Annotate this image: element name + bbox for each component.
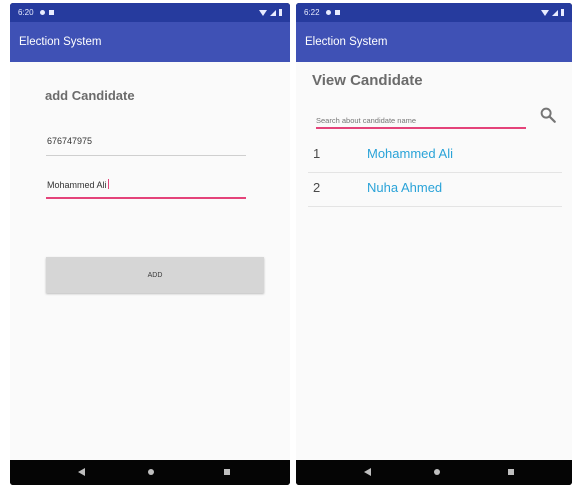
add-candidate-phone: 6:20 Election System add Candidate 67674… <box>10 3 290 485</box>
signal-icon <box>552 9 558 16</box>
search-input[interactable] <box>316 113 526 129</box>
recent-apps-icon[interactable] <box>508 469 514 475</box>
notification-icon-2 <box>48 10 54 15</box>
notification-icon <box>325 10 331 15</box>
status-bar: 6:22 <box>296 3 572 22</box>
home-icon[interactable] <box>434 469 440 475</box>
candidate-name-value: Mohammed Ali <box>47 180 107 190</box>
screenshot-stage: 6:20 Election System add Candidate 67674… <box>0 0 575 489</box>
view-candidate-content: View Candidate 1 Mohammed Ali 2 Nuha Ahm… <box>296 62 572 460</box>
add-button[interactable]: ADD <box>46 257 264 293</box>
status-icons <box>259 9 282 16</box>
search-icon[interactable] <box>539 106 557 124</box>
candidate-list: 1 Mohammed Ali 2 Nuha Ahmed <box>308 139 562 207</box>
candidate-number: 2 <box>313 180 321 195</box>
candidate-id-field[interactable]: 676747975 <box>46 136 246 156</box>
recent-apps-icon[interactable] <box>224 469 230 475</box>
list-item[interactable]: 1 Mohammed Ali <box>308 139 562 173</box>
add-candidate-content: add Candidate 676747975 Mohammed Ali ADD <box>10 62 290 460</box>
back-icon[interactable] <box>364 468 371 476</box>
candidate-name-field[interactable]: Mohammed Ali <box>46 179 246 199</box>
candidate-name: Nuha Ahmed <box>367 180 443 195</box>
signal-icon <box>270 9 276 16</box>
text-cursor <box>107 179 109 189</box>
battery-icon <box>279 9 282 16</box>
candidate-number: 1 <box>313 146 321 161</box>
back-icon[interactable] <box>78 468 85 476</box>
list-item[interactable]: 2 Nuha Ahmed <box>308 173 562 207</box>
app-title: Election System <box>19 36 102 48</box>
navigation-bar <box>296 460 572 485</box>
page-title: add Candidate <box>45 88 135 103</box>
candidate-name: Mohammed Ali <box>367 146 453 161</box>
wifi-icon <box>541 9 549 16</box>
status-time: 6:22 <box>304 8 320 17</box>
notification-icon <box>39 10 45 15</box>
candidate-id-value: 676747975 <box>47 136 93 146</box>
view-candidate-phone: 6:22 Election System View Candidate 1 <box>296 3 572 485</box>
page-title: View Candidate <box>312 72 423 89</box>
navigation-bar <box>10 460 290 485</box>
status-icons <box>541 9 564 16</box>
wifi-icon <box>259 9 267 16</box>
app-title: Election System <box>305 36 388 48</box>
add-button-label: ADD <box>147 271 163 279</box>
battery-icon <box>561 9 564 16</box>
app-bar: Election System <box>296 22 572 62</box>
home-icon[interactable] <box>148 469 154 475</box>
notification-icon-2 <box>334 10 340 15</box>
app-bar: Election System <box>10 22 290 62</box>
status-bar: 6:20 <box>10 3 290 22</box>
status-time: 6:20 <box>18 8 34 17</box>
